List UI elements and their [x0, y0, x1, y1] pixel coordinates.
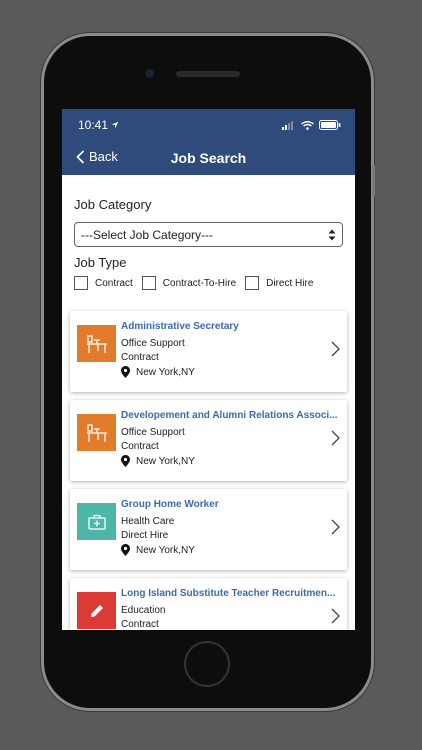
desk-icon [77, 325, 116, 362]
cellular-signal-icon [282, 120, 293, 130]
job-list: Administrative Secretary Office Support … [70, 311, 347, 630]
job-type-options: Contract Contract-To-Hire Direct Hire [74, 276, 343, 290]
checkbox-label: Contract-To-Hire [162, 277, 237, 289]
job-card[interactable]: Group Home Worker Health Care Direct Hir… [70, 489, 347, 570]
job-title[interactable]: Group Home Worker [121, 499, 341, 510]
desk-icon [77, 414, 116, 451]
location-pin-icon [121, 366, 130, 378]
checkbox-label: Direct Hire [266, 277, 314, 289]
job-title[interactable]: Developement and Alumni Relations Associ… [121, 410, 341, 421]
job-title[interactable]: Administrative Secretary [121, 321, 341, 332]
checkbox-direct-hire[interactable]: Direct Hire [245, 276, 313, 290]
job-type: Direct Hire [121, 530, 169, 541]
app-screen: 10:41 Back Job Search Job Category ---Se… [62, 109, 355, 630]
job-category: Office Support [121, 427, 185, 438]
back-label: Back [89, 149, 118, 164]
navigation-bar: Back Job Search [62, 141, 355, 175]
job-category: Office Support [121, 338, 185, 349]
job-category-label: Job Category [74, 197, 152, 212]
job-type: Contract [121, 441, 159, 452]
job-card[interactable]: Long Island Substitute Teacher Recruitme… [70, 578, 347, 630]
location-arrow-icon [111, 121, 119, 129]
checkbox-contract-to-hire[interactable]: Contract-To-Hire [141, 276, 237, 290]
job-category: Education [121, 605, 166, 616]
checkbox-box[interactable] [74, 276, 88, 290]
job-type: Contract [121, 352, 159, 363]
job-title[interactable]: Long Island Substitute Teacher Recruitme… [121, 588, 341, 599]
job-card[interactable]: Administrative Secretary Office Support … [70, 311, 347, 392]
chevron-right-icon[interactable] [331, 430, 340, 446]
medical-kit-icon [77, 503, 116, 540]
job-location: New York,NY [136, 544, 195, 556]
checkbox-box[interactable] [141, 276, 156, 290]
job-location: New York,NY [136, 366, 195, 378]
job-category-select[interactable]: ---Select Job Category--- [74, 222, 343, 247]
job-card[interactable]: Developement and Alumni Relations Associ… [70, 400, 347, 481]
job-category: Health Care [121, 516, 175, 527]
status-bar: 10:41 [62, 109, 355, 141]
checkbox-box[interactable] [245, 276, 260, 290]
status-time: 10:41 [78, 118, 109, 132]
checkbox-contract[interactable]: Contract [74, 276, 133, 290]
job-type-label: Job Type [74, 255, 127, 270]
chevron-right-icon[interactable] [331, 341, 340, 357]
page-title: Job Search [170, 150, 247, 166]
battery-icon [319, 120, 341, 130]
earpiece-speaker [176, 71, 240, 77]
power-button [372, 165, 375, 197]
job-location: New York,NY [136, 455, 195, 467]
pencil-icon [77, 592, 116, 629]
home-button[interactable] [184, 641, 230, 687]
location-pin-icon [121, 544, 130, 556]
chevron-left-icon [76, 149, 85, 164]
chevron-right-icon[interactable] [331, 608, 340, 624]
front-camera [145, 69, 154, 78]
chevron-right-icon[interactable] [331, 519, 340, 535]
location-pin-icon [121, 455, 130, 467]
back-button[interactable]: Back [76, 149, 118, 164]
job-type: Contract [121, 619, 159, 630]
wifi-icon [301, 120, 314, 130]
checkbox-label: Contract [95, 277, 133, 289]
sort-arrows-icon [328, 229, 336, 240]
job-category-value: ---Select Job Category--- [81, 227, 214, 242]
